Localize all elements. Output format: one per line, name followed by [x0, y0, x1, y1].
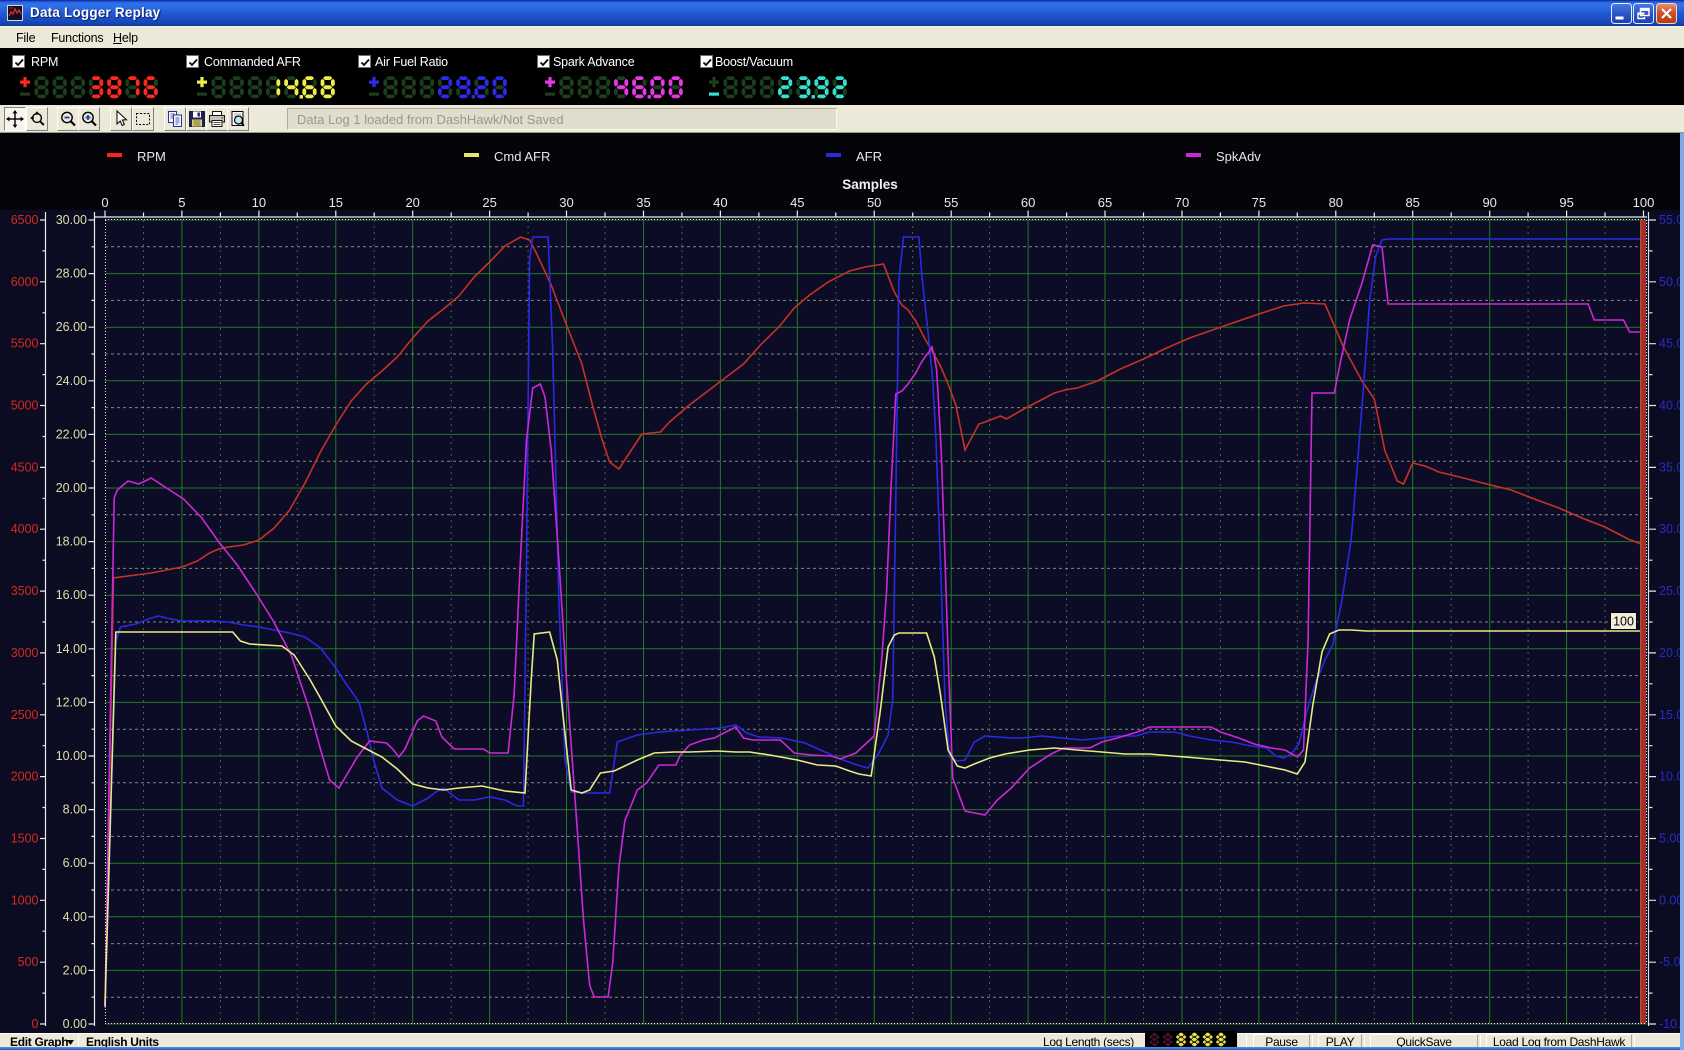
svg-text:95: 95 — [1559, 195, 1573, 210]
svg-text:8.00: 8.00 — [63, 803, 87, 817]
svg-text:100: 100 — [1633, 195, 1655, 210]
svg-text:RPM: RPM — [137, 149, 166, 164]
svg-text:1000: 1000 — [11, 893, 39, 907]
svg-text:2500: 2500 — [11, 708, 39, 722]
svg-text:100: 100 — [1613, 615, 1634, 629]
svg-text:0: 0 — [101, 195, 108, 210]
svg-text:5000: 5000 — [11, 399, 39, 413]
svg-text:AFR: AFR — [856, 149, 882, 164]
svg-text:65: 65 — [1098, 195, 1112, 210]
svg-text:2000: 2000 — [11, 770, 39, 784]
svg-text:Samples: Samples — [842, 177, 898, 192]
svg-text:6.00: 6.00 — [63, 856, 87, 870]
svg-text:30: 30 — [559, 195, 573, 210]
svg-text:18.00: 18.00 — [56, 535, 87, 549]
svg-text:1500: 1500 — [11, 832, 39, 846]
svg-text:14.00: 14.00 — [56, 642, 87, 656]
svg-text:20: 20 — [405, 195, 419, 210]
svg-text:80: 80 — [1329, 195, 1343, 210]
svg-text:45: 45 — [790, 195, 804, 210]
svg-text:10.00: 10.00 — [56, 749, 87, 763]
svg-text:15: 15 — [329, 195, 343, 210]
svg-text:10: 10 — [252, 195, 266, 210]
svg-text:4.00: 4.00 — [63, 910, 87, 924]
svg-text:30.00: 30.00 — [56, 213, 87, 227]
svg-text:26.00: 26.00 — [56, 320, 87, 334]
svg-text:4000: 4000 — [11, 522, 39, 536]
svg-text:85: 85 — [1405, 195, 1419, 210]
svg-text:500: 500 — [18, 955, 39, 969]
svg-text:20.00: 20.00 — [56, 481, 87, 495]
svg-text:2.00: 2.00 — [63, 963, 87, 977]
svg-text:12.00: 12.00 — [56, 695, 87, 709]
svg-text:4500: 4500 — [11, 460, 39, 474]
svg-text:24.00: 24.00 — [56, 374, 87, 388]
svg-text:28.00: 28.00 — [56, 267, 87, 281]
svg-text:5500: 5500 — [11, 337, 39, 351]
svg-text:Cmd AFR: Cmd AFR — [494, 149, 550, 164]
svg-text:25: 25 — [482, 195, 496, 210]
svg-text:5: 5 — [178, 195, 185, 210]
svg-text:SpkAdv: SpkAdv — [1216, 149, 1261, 164]
svg-text:90: 90 — [1482, 195, 1496, 210]
svg-text:16.00: 16.00 — [56, 588, 87, 602]
svg-text:55: 55 — [944, 195, 958, 210]
svg-text:40: 40 — [713, 195, 727, 210]
svg-text:0: 0 — [32, 1017, 39, 1031]
svg-text:0.00: 0.00 — [63, 1017, 87, 1031]
svg-text:6500: 6500 — [11, 213, 39, 227]
svg-text:75: 75 — [1252, 195, 1266, 210]
svg-text:22.00: 22.00 — [56, 427, 87, 441]
svg-text:3000: 3000 — [11, 646, 39, 660]
svg-text:35: 35 — [636, 195, 650, 210]
svg-text:70: 70 — [1175, 195, 1189, 210]
svg-text:60: 60 — [1021, 195, 1035, 210]
svg-text:3500: 3500 — [11, 584, 39, 598]
svg-text:50: 50 — [867, 195, 881, 210]
svg-text:6000: 6000 — [11, 275, 39, 289]
